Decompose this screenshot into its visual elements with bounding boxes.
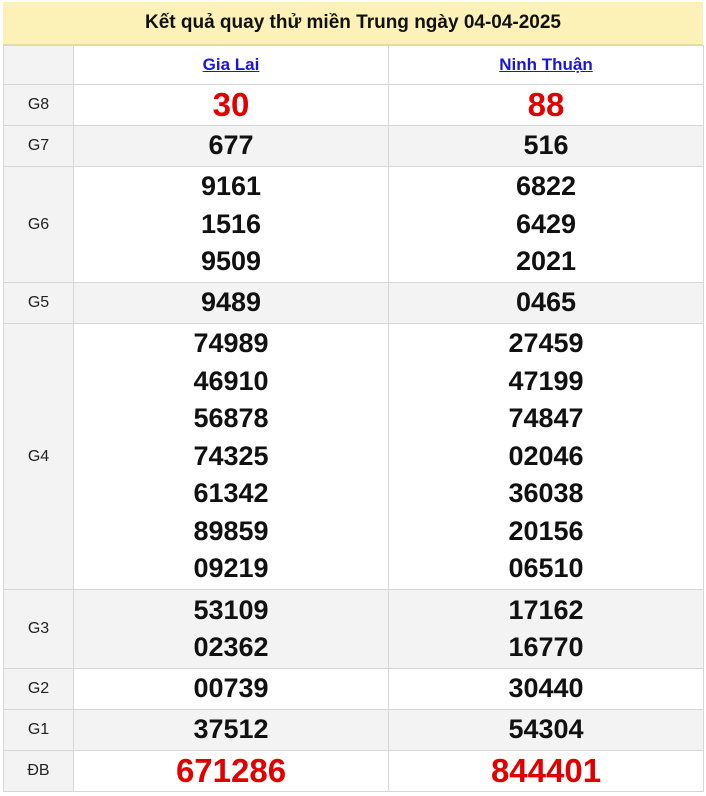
prize-cell: 9489 (73, 282, 389, 324)
prize-number: 37512 (193, 714, 269, 745)
prize-number: 17162 (508, 594, 584, 625)
prize-label: G5 (3, 282, 74, 324)
prize-number: 02362 (193, 632, 269, 662)
prize-cell: 844401 (388, 750, 704, 792)
prize-cell: 00739 (73, 668, 389, 710)
results-container: Kết quả quay thử miền Trung ngày 04-04-2… (3, 2, 704, 792)
prize-cell: 30 (73, 84, 389, 126)
prize-number: 2021 (515, 246, 577, 277)
prize-number: 516 (523, 130, 569, 161)
prize-number: 89859 (193, 515, 269, 546)
prize-number: 53109 (193, 594, 269, 625)
prize-label: ĐB (3, 750, 74, 792)
prize-cell: 30440 (388, 668, 704, 710)
prize-number: 16770 (508, 632, 584, 662)
prize-number: 677 (208, 130, 254, 161)
prize-label: G4 (3, 323, 74, 590)
prize-cell: 27459 47199 74847 02046 36038 20156 06510 (388, 323, 704, 590)
prize-number: 9509 (200, 246, 262, 277)
prize-row: G8 30 88 (3, 84, 704, 126)
prize-number: 9161 (200, 171, 262, 202)
province-header-gia-lai: Gia Lai (73, 45, 389, 85)
prize-label: G1 (3, 709, 74, 751)
prize-cell: 6822 6429 2021 (388, 166, 704, 283)
prize-row: G5 9489 0465 (3, 282, 704, 324)
prize-cell: 88 (388, 84, 704, 126)
prize-number: 9489 (200, 287, 262, 318)
prize-cell: 53109 02362 (73, 589, 389, 669)
prize-row: G2 00739 30440 (3, 668, 704, 710)
prize-cell: 17162 16770 (388, 589, 704, 669)
prize-number: 47199 (508, 365, 584, 396)
prize-number: 74847 (508, 403, 584, 434)
prize-number: 88 (527, 86, 565, 124)
prize-label: G3 (3, 589, 74, 669)
prize-number: 27459 (508, 328, 584, 359)
prize-number: 09219 (193, 553, 269, 584)
prize-number: 36038 (508, 478, 584, 509)
prize-number: 30440 (508, 673, 584, 704)
special-prize-number: 671286 (175, 752, 287, 790)
prize-row: G4 74989 46910 56878 74325 61342 89859 09219 274… (3, 323, 704, 590)
prize-cell: 677 (73, 125, 389, 167)
prize-number: 54304 (508, 714, 584, 745)
prize-number: 61342 (193, 478, 269, 509)
prize-cell: 0465 (388, 282, 704, 324)
prize-number: 74325 (193, 440, 269, 471)
prize-label: G8 (3, 84, 74, 126)
prize-number: 02046 (508, 440, 584, 471)
prize-label: G2 (3, 668, 74, 710)
prize-number: 00739 (193, 673, 269, 704)
prize-row: G3 53109 02362 17162 16770 (3, 589, 704, 669)
page-title: Kết quả quay thử miền Trung ngày 04-04-2… (3, 2, 703, 45)
prize-number: 6429 (515, 208, 577, 239)
prize-table-body: G8 30 88 G7 677 516 G6 9161 1516 9509 6822 6429 2021… (3, 84, 704, 792)
prize-number: 46910 (193, 365, 269, 396)
prize-number: 74989 (193, 328, 269, 359)
province-link-gia-lai[interactable]: Gia Lai (203, 55, 260, 74)
province-header-ninh-thuan: Ninh Thuận (388, 45, 704, 85)
prize-label: G6 (3, 166, 74, 283)
prize-number: 06510 (508, 553, 584, 584)
prize-number: 20156 (508, 515, 584, 546)
prize-label: G7 (3, 125, 74, 167)
province-link-ninh-thuan[interactable]: Ninh Thuận (499, 55, 592, 74)
prize-cell: 671286 (73, 750, 389, 792)
special-prize-number: 844401 (490, 752, 602, 790)
prize-number: 56878 (193, 403, 269, 434)
prize-number: 6822 (515, 171, 577, 202)
prize-cell: 516 (388, 125, 704, 167)
prize-row: G7 677 516 (3, 125, 704, 167)
prize-cell: 74989 46910 56878 74325 61342 89859 09219 (73, 323, 389, 590)
results-table: Gia Lai Ninh Thuận G8 30 88 G7 677 516 G6 9161 1… (3, 45, 704, 792)
prize-row: ĐB 671286 844401 (3, 750, 704, 792)
prize-cell: 37512 (73, 709, 389, 751)
prize-row: G1 37512 54304 (3, 709, 704, 751)
header-corner (3, 45, 74, 85)
prize-cell: 54304 (388, 709, 704, 751)
prize-number: 0465 (515, 287, 577, 318)
prize-number: 1516 (200, 208, 262, 239)
prize-number: 30 (212, 86, 250, 124)
province-header-row: Gia Lai Ninh Thuận (3, 45, 704, 85)
prize-cell: 9161 1516 9509 (73, 166, 389, 283)
prize-row: G6 9161 1516 9509 6822 6429 2021 (3, 166, 704, 283)
